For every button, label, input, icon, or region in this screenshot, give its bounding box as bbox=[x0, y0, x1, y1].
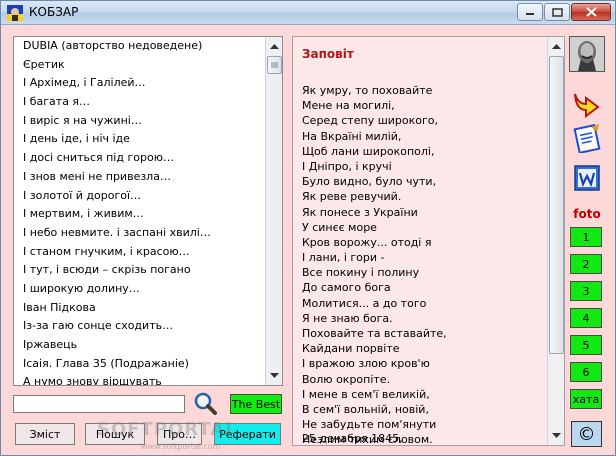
title-bar[interactable]: КОБЗАР bbox=[1, 1, 615, 25]
search-button[interactable]: Пошук bbox=[85, 423, 145, 445]
poem-line: Кров ворожу... отоді я bbox=[302, 235, 432, 249]
poem-line: Я не знаю бога. bbox=[302, 311, 393, 325]
app-window: КОБЗАР DUBIA (авторство недоведене) Єрети… bbox=[0, 0, 616, 456]
poem-line: Все покину і полину bbox=[302, 266, 420, 280]
poem-list-item[interactable]: Із-за гаю сонце сходить… bbox=[14, 317, 266, 336]
foto-button-3[interactable]: 3 bbox=[570, 281, 602, 301]
poem-line: Як реве ревучий. bbox=[302, 190, 402, 204]
poem-line: Було видно, було чути, bbox=[302, 175, 437, 189]
notepad-icon bbox=[573, 123, 601, 153]
poem-line: І Дніпро, і кручі bbox=[302, 159, 392, 173]
arrow-right-icon bbox=[574, 93, 600, 118]
poem-list-item[interactable]: А нумо знову віршувать bbox=[14, 373, 266, 385]
poem-list-item[interactable]: І виріс я на чужині… bbox=[14, 112, 266, 131]
poem-list-item[interactable]: І багата я… bbox=[14, 93, 266, 112]
maximize-button[interactable] bbox=[544, 3, 570, 21]
poem-line: Не забудьте пом'янути bbox=[302, 418, 437, 432]
close-button[interactable] bbox=[571, 3, 611, 21]
app-icon bbox=[7, 5, 23, 21]
grip-icon bbox=[271, 62, 278, 68]
next-arrow-button[interactable] bbox=[569, 87, 605, 121]
poem-list-item[interactable]: І мертвим, і живим… bbox=[14, 205, 266, 224]
arrow-up-icon bbox=[270, 44, 279, 49]
referats-button[interactable]: Реферати bbox=[214, 423, 281, 445]
poem-line: В сем'ї вольній, новій, bbox=[302, 402, 429, 416]
maximize-icon bbox=[551, 7, 563, 17]
watermark-url: www.softportal.com bbox=[141, 442, 221, 451]
poem-line: І мене в сем'ї великій, bbox=[302, 387, 430, 401]
poem-list-scrollbar[interactable] bbox=[265, 37, 282, 385]
poem-list-item[interactable]: Іван Підкова bbox=[14, 299, 266, 318]
scroll-thumb[interactable] bbox=[267, 56, 282, 74]
scroll-down-button[interactable] bbox=[549, 428, 564, 444]
poem-list-item[interactable]: DUBIA (авторство недоведене) bbox=[14, 37, 266, 56]
foto-button-7[interactable]: хата bbox=[570, 389, 602, 409]
scroll-thumb[interactable] bbox=[549, 56, 564, 354]
poem-list-item[interactable]: І широкую долину… bbox=[14, 280, 266, 299]
poem-line: У синєє море bbox=[302, 220, 377, 234]
poem-list-item[interactable]: І золотої й дорогої… bbox=[14, 187, 266, 206]
poem-line: Мене на могилі, bbox=[302, 99, 395, 113]
poem-list-item[interactable]: І тут, і всюди – скрізь погано bbox=[14, 261, 266, 280]
poem-line: Як понесе з України bbox=[302, 205, 418, 219]
notepad-button[interactable] bbox=[569, 121, 605, 155]
word-export-button[interactable] bbox=[569, 161, 605, 195]
poem-line: Серед степу широкого, bbox=[302, 114, 439, 128]
copyright-button[interactable]: © bbox=[571, 421, 602, 447]
poem-line: На Вкраїні милій, bbox=[302, 129, 402, 143]
poem-line: Молитися... а до того bbox=[302, 296, 427, 310]
poem-line: Щоб лани широкополі, bbox=[302, 144, 435, 158]
poem-line: І вражою злою кров'ю bbox=[302, 357, 430, 371]
word-icon bbox=[574, 165, 600, 191]
arrow-down-icon bbox=[270, 373, 279, 378]
close-icon bbox=[585, 7, 597, 17]
foto-label: foto bbox=[573, 207, 601, 221]
poem-body: Як умру, то поховайте Мене на могилі, Сере… bbox=[302, 83, 546, 445]
scroll-down-button[interactable] bbox=[267, 368, 282, 384]
author-portrait[interactable] bbox=[569, 36, 605, 72]
foto-button-5[interactable]: 5 bbox=[570, 335, 602, 355]
scroll-up-button[interactable] bbox=[267, 38, 282, 54]
window-title: КОБЗАР bbox=[29, 5, 79, 19]
poem-list-item[interactable]: Іржавець bbox=[14, 336, 266, 355]
contents-button[interactable]: Зміст bbox=[15, 423, 75, 445]
poem-list-item[interactable]: І Архімед, і Галілей… bbox=[14, 74, 266, 93]
foto-button-4[interactable]: 4 bbox=[570, 308, 602, 328]
poem-scrollbar[interactable] bbox=[547, 37, 564, 445]
portrait-icon bbox=[570, 37, 604, 71]
poem-line: До самого бога bbox=[302, 281, 391, 295]
poem-list-item[interactable]: І день іде, і ніч іде bbox=[14, 130, 266, 149]
poem-list-item[interactable]: І знов мені не привезла… bbox=[14, 168, 266, 187]
poem-list-item[interactable]: І небо невмите. і заспані хвилі… bbox=[14, 224, 266, 243]
poem-text-panel[interactable]: Заповіт Як умру, то поховайте Мене на мог… bbox=[292, 36, 565, 446]
poem-list-item[interactable]: І досі сниться під горою… bbox=[14, 149, 266, 168]
poem-line: І лани, і гори - bbox=[302, 251, 385, 265]
poem-title: Заповіт bbox=[302, 47, 354, 61]
search-icon[interactable] bbox=[192, 391, 218, 417]
foto-button-1[interactable]: 1 bbox=[570, 227, 602, 247]
poem-line: Як умру, то поховайте bbox=[302, 84, 433, 97]
foto-button-2[interactable]: 2 bbox=[570, 254, 602, 274]
minimize-icon bbox=[526, 13, 534, 15]
poem-line: Волю окропіте. bbox=[302, 372, 391, 386]
poem-list-item[interactable]: Єретик bbox=[14, 56, 266, 75]
arrow-down-icon bbox=[552, 433, 561, 438]
search-input[interactable] bbox=[13, 395, 185, 413]
scroll-up-button[interactable] bbox=[549, 38, 564, 54]
foto-button-6[interactable]: 6 bbox=[570, 362, 602, 382]
poem-list-item[interactable]: Ісаія. Глава 35 (Подражаніе) bbox=[14, 355, 266, 374]
poem-list-item[interactable]: І станом гнучким, і красою… bbox=[14, 243, 266, 262]
minimize-button[interactable] bbox=[517, 3, 543, 21]
poem-list-items: DUBIA (авторство недоведене) Єретик І Архі… bbox=[14, 37, 266, 385]
arrow-up-icon bbox=[552, 44, 561, 49]
poem-list[interactable]: DUBIA (авторство недоведене) Єретик І Архі… bbox=[13, 36, 283, 386]
poem-date: 25 декабря 1845, bbox=[302, 432, 403, 445]
the-best-button[interactable]: The Best bbox=[230, 394, 282, 414]
poem-line: Кайдани порвіте bbox=[302, 342, 400, 356]
poem-line: Поховайте та вставайте, bbox=[302, 327, 447, 340]
